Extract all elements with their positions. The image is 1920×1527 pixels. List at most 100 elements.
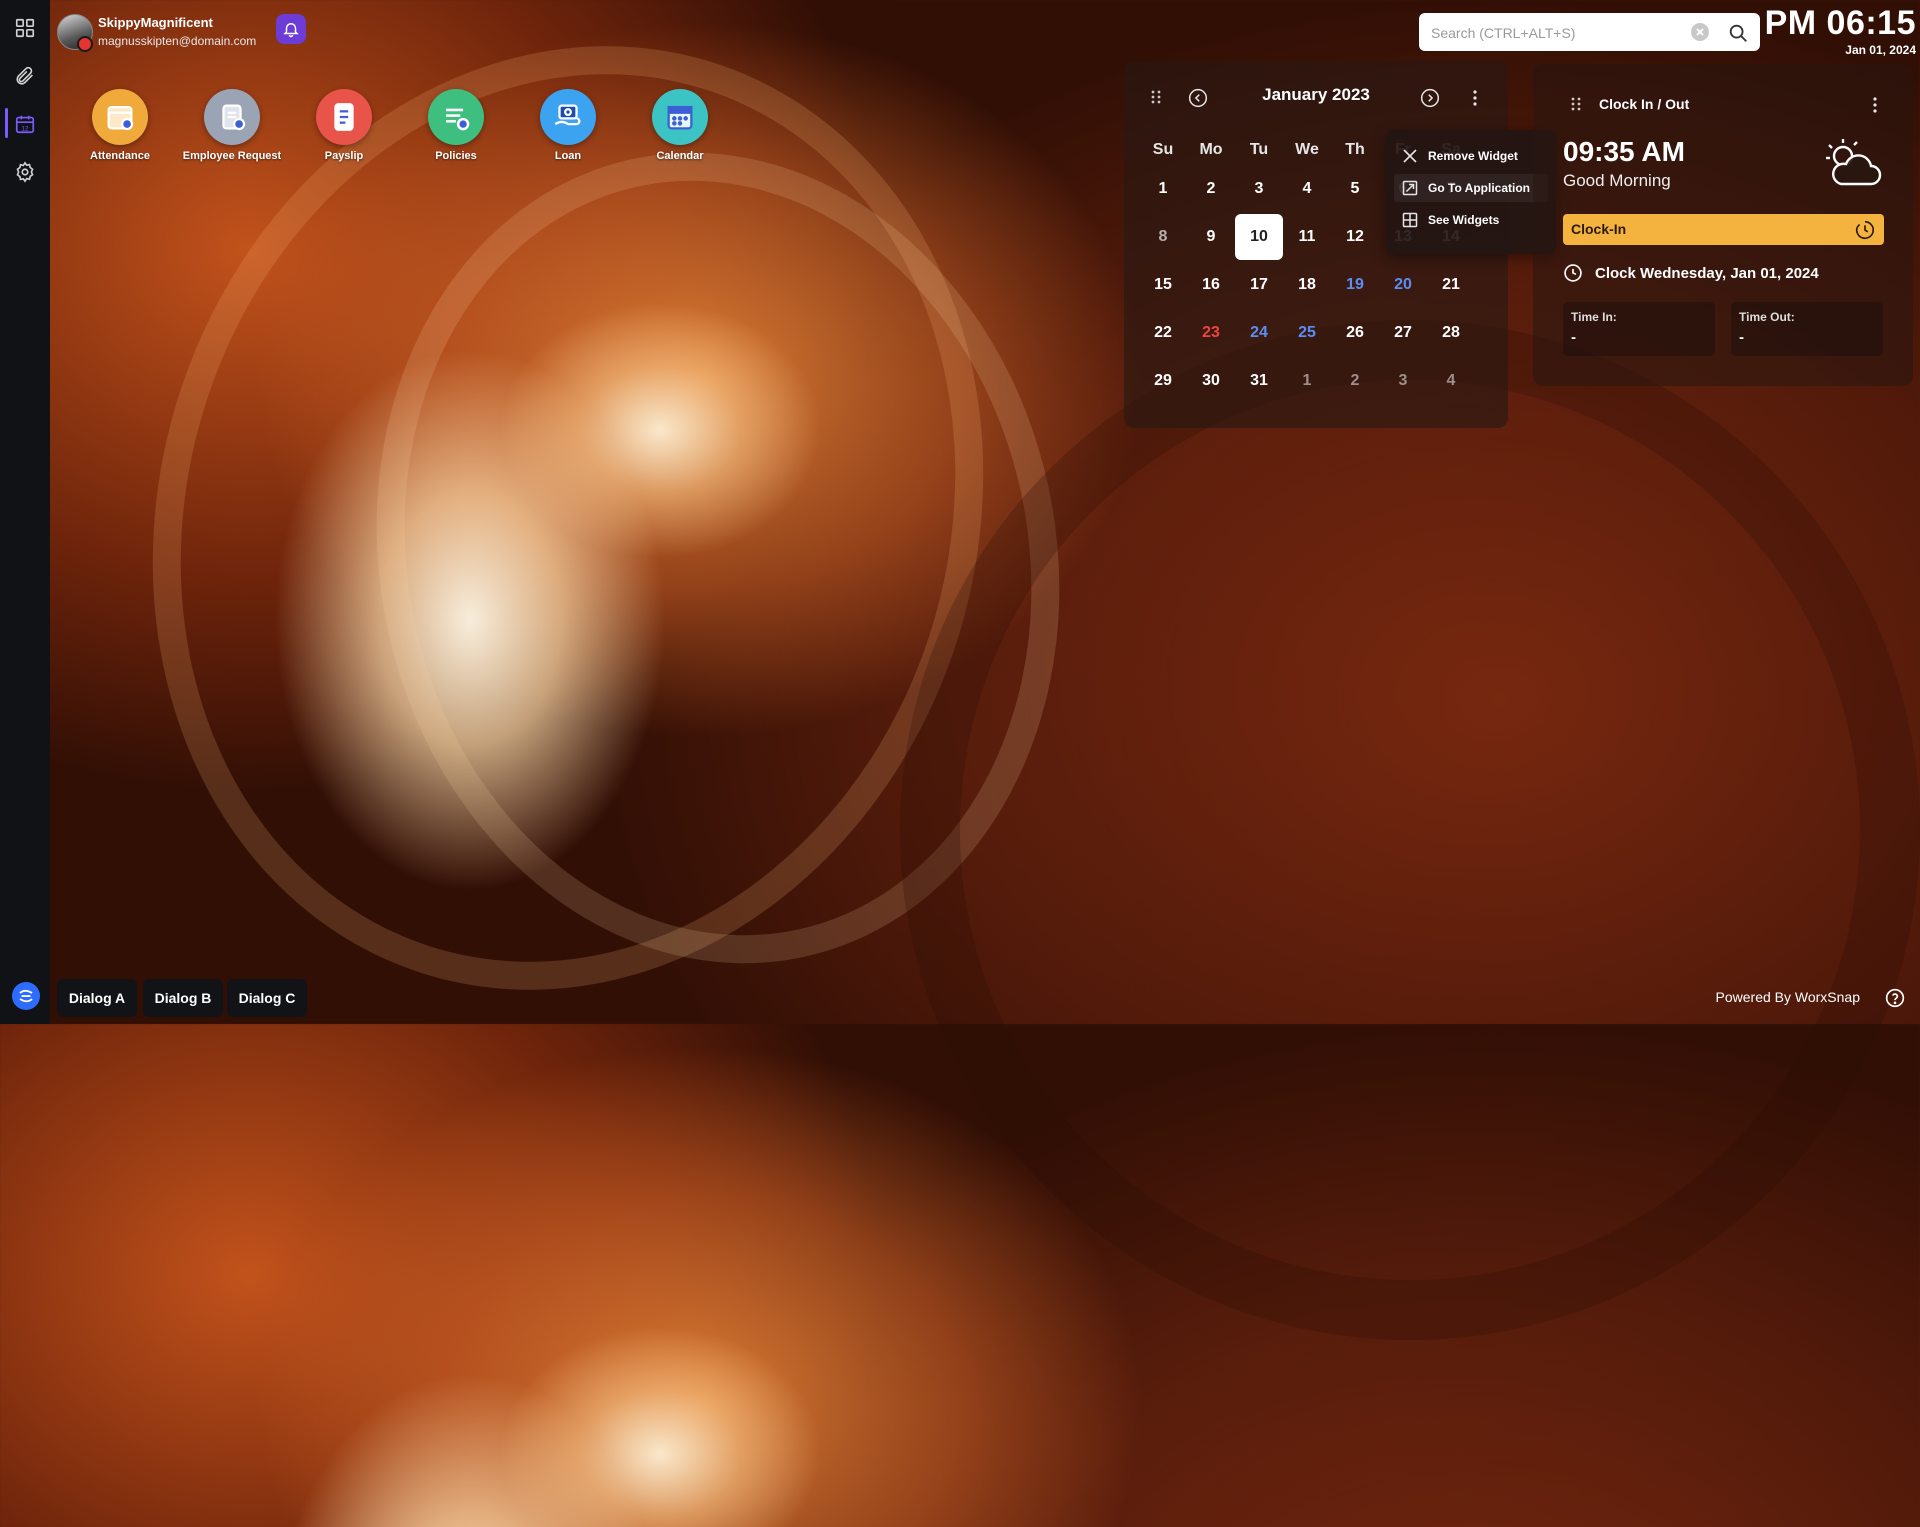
app-label: Calendar — [656, 150, 704, 162]
app-calendar[interactable]: Calendar — [630, 89, 730, 164]
status-dot — [77, 36, 93, 52]
clock-in-button-label: Clock-In — [1571, 221, 1627, 237]
powered-by-text: Powered By WorxSnap — [1715, 989, 1860, 1005]
time-in-value: - — [1571, 329, 1576, 346]
clock-in-out-widget: Clock In / Out 09:35 AM Good Morning Clo… — [1533, 64, 1913, 386]
paperclip-icon[interactable] — [13, 64, 37, 88]
calendar-day[interactable]: 18 — [1283, 262, 1331, 308]
calendar-day[interactable]: 20 — [1379, 262, 1427, 308]
clock-outline-icon — [1563, 263, 1583, 288]
next-month-button[interactable] — [1420, 88, 1440, 108]
brand-logo-icon[interactable] — [12, 982, 40, 1010]
weekday-header: Su — [1152, 141, 1174, 158]
clock-date-line: Clock Wednesday, Jan 01, 2024 — [1595, 265, 1819, 282]
calendar-day[interactable]: 1 — [1139, 166, 1187, 212]
app-attendance[interactable]: Attendance — [70, 89, 170, 164]
calendar-day[interactable]: 31 — [1235, 358, 1283, 404]
app-label: Attendance — [90, 150, 150, 162]
user-name: SkippyMagnificent — [98, 15, 213, 30]
partly-cloudy-icon — [1821, 136, 1883, 197]
greeting-text: Good Morning — [1563, 171, 1671, 190]
calendar-day[interactable]: 4 — [1427, 358, 1475, 404]
close-icon — [1403, 149, 1417, 163]
calendar-day[interactable]: 2 — [1331, 358, 1379, 404]
app-loan[interactable]: Loan — [518, 89, 618, 164]
system-clock-time: PM 06:15 — [1764, 4, 1916, 42]
calendar-day[interactable]: 25 — [1283, 310, 1331, 356]
search-box — [1419, 13, 1760, 53]
time-in-label: Time In: — [1571, 310, 1617, 324]
calendar-day[interactable]: 26 — [1331, 310, 1379, 356]
notification-bell-button[interactable] — [276, 14, 306, 44]
calendar-icon[interactable]: 12 — [13, 112, 37, 136]
calendar-day[interactable]: 4 — [1283, 166, 1331, 212]
clear-search-icon[interactable] — [1691, 23, 1709, 41]
calendar-day[interactable]: 30 — [1187, 358, 1235, 404]
calendar-day[interactable]: 21 — [1427, 262, 1475, 308]
clock-widget-time: 09:35 AM — [1563, 136, 1685, 167]
app-policies[interactable]: Policies — [406, 89, 506, 164]
calendar-day[interactable]: 15 — [1139, 262, 1187, 308]
weekday-header: We — [1295, 141, 1319, 158]
apps-grid-icon[interactable] — [13, 16, 37, 40]
menu-see-widgets[interactable]: See Widgets — [1394, 206, 1548, 234]
calendar-day[interactable]: 8 — [1139, 214, 1187, 260]
time-out-value: - — [1739, 329, 1744, 346]
chevron-right-icon — [1420, 88, 1440, 108]
left-rail: 12 — [0, 0, 50, 1024]
calendar-day[interactable]: 9 — [1187, 214, 1235, 260]
calendar-day[interactable]: 22 — [1139, 310, 1187, 356]
system-clock-date: Jan 01, 2024 — [1845, 43, 1916, 57]
menu-remove-widget[interactable]: Remove Widget — [1394, 142, 1548, 170]
calendar-day[interactable]: 17 — [1235, 262, 1283, 308]
drag-handle-icon[interactable] — [1568, 96, 1584, 112]
menu-item-label: Remove Widget — [1428, 149, 1518, 163]
weekday-header: Tu — [1249, 141, 1269, 158]
employee-request-icon — [204, 89, 260, 145]
menu-item-label: Go To Application — [1428, 181, 1530, 195]
calendar-day[interactable]: 2 — [1187, 166, 1235, 212]
calendar-day[interactable]: 11 — [1283, 214, 1331, 260]
clock-in-button[interactable]: Clock-In — [1563, 214, 1884, 245]
gear-icon[interactable] — [13, 160, 37, 184]
menu-go-to-application[interactable]: Go To Application — [1394, 174, 1548, 202]
calendar-more-menu-icon[interactable] — [1467, 89, 1483, 107]
clock-timer-icon — [1855, 220, 1875, 240]
app-payslip[interactable]: Payslip — [294, 89, 394, 164]
clock-widget-more-menu-icon[interactable] — [1867, 96, 1883, 114]
search-input[interactable] — [1429, 13, 1683, 53]
app-employee-request[interactable]: Employee Request — [182, 89, 282, 164]
bell-icon — [283, 23, 299, 38]
open-external-icon — [1402, 180, 1418, 196]
taskbar-dialog-c[interactable]: Dialog C — [227, 979, 307, 1017]
attendance-icon — [92, 89, 148, 145]
calendar-day-today[interactable]: 10 — [1235, 214, 1283, 260]
calendar-app-icon — [652, 89, 708, 145]
calendar-day[interactable]: 3 — [1379, 358, 1427, 404]
menu-item-label: See Widgets — [1428, 213, 1500, 227]
calendar-day[interactable]: 1 — [1283, 358, 1331, 404]
calendar-day[interactable]: 19 — [1331, 262, 1379, 308]
calendar-day[interactable]: 28 — [1427, 310, 1475, 356]
widgets-grid-icon — [1402, 212, 1418, 228]
search-icon[interactable] — [1727, 22, 1749, 49]
calendar-day[interactable]: 5 — [1331, 166, 1379, 212]
time-in-box: Time In: - — [1563, 302, 1715, 356]
loan-icon — [540, 89, 596, 145]
calendar-day[interactable]: 23 — [1187, 310, 1235, 356]
rail-active-indicator — [5, 108, 8, 138]
time-out-box: Time Out: - — [1731, 302, 1883, 356]
policies-icon — [428, 89, 484, 145]
app-label: Employee Request — [182, 150, 282, 162]
calendar-day[interactable]: 24 — [1235, 310, 1283, 356]
calendar-day[interactable]: 12 — [1331, 214, 1379, 260]
calendar-day[interactable]: 3 — [1235, 166, 1283, 212]
calendar-day[interactable]: 16 — [1187, 262, 1235, 308]
weekday-header: Mo — [1199, 141, 1223, 158]
user-email: magnusskipten@domain.com — [98, 34, 257, 48]
calendar-day[interactable]: 29 — [1139, 358, 1187, 404]
calendar-day[interactable]: 27 — [1379, 310, 1427, 356]
taskbar-dialog-a[interactable]: Dialog A — [57, 979, 137, 1017]
taskbar-dialog-b[interactable]: Dialog B — [143, 979, 223, 1017]
help-icon[interactable] — [1885, 988, 1905, 1008]
